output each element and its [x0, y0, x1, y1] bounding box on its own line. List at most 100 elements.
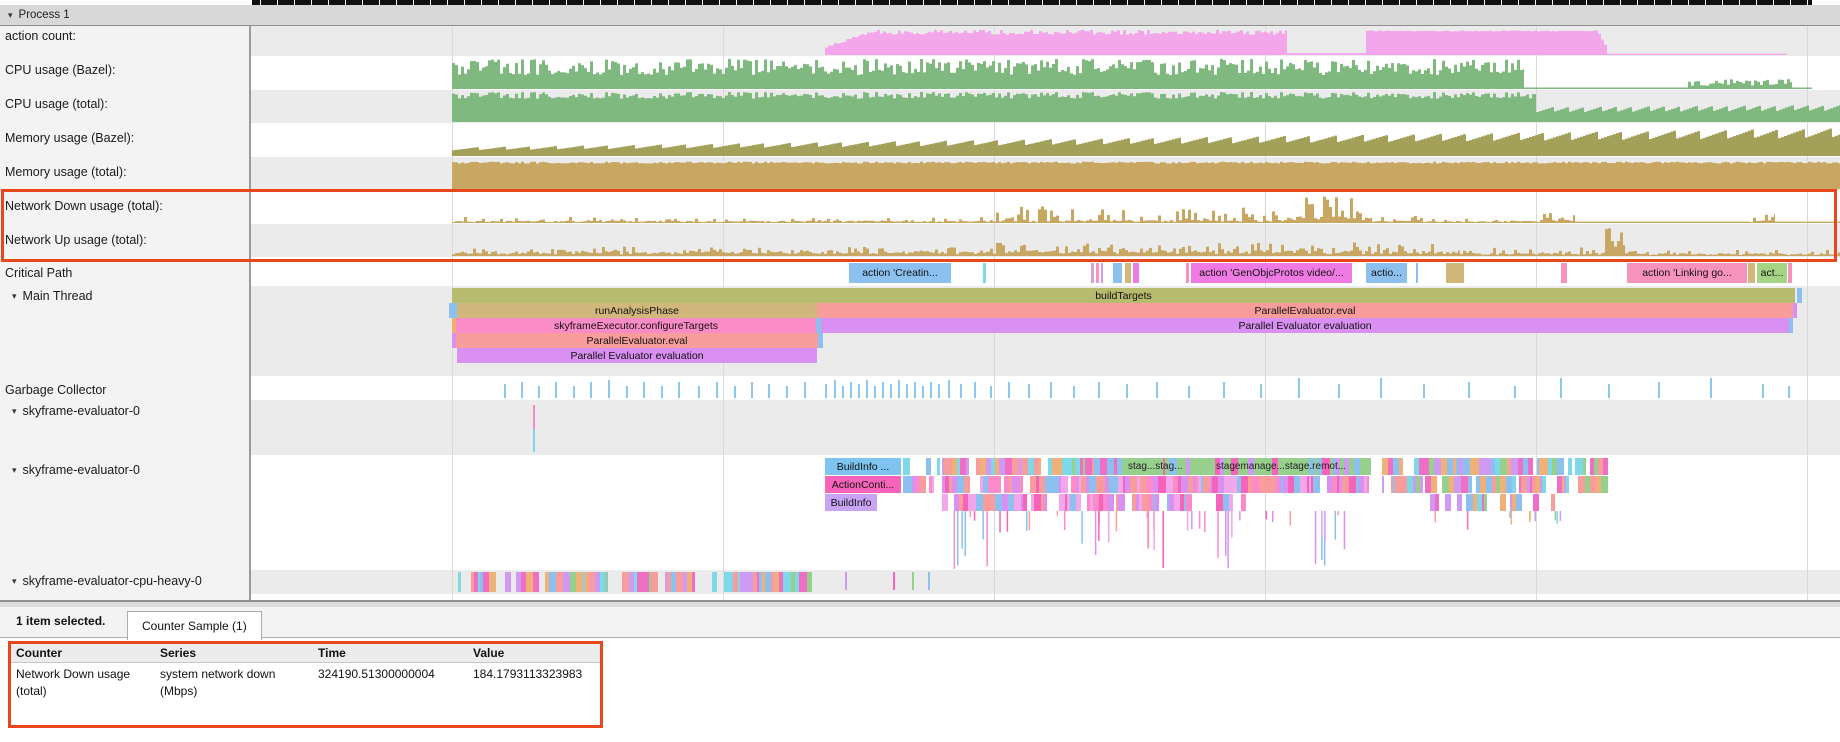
slice-fragment[interactable] — [1495, 458, 1500, 475]
slice-fragment[interactable] — [458, 572, 461, 592]
slice-fragment[interactable] — [1034, 458, 1039, 475]
async-drip-line[interactable] — [1467, 511, 1469, 530]
slice-fragment[interactable] — [1072, 458, 1075, 475]
async-drip-line[interactable] — [1199, 511, 1201, 529]
slice-fragment[interactable] — [563, 572, 570, 592]
slice-fragment[interactable] — [1506, 476, 1512, 493]
slice-fragment[interactable] — [1294, 476, 1300, 493]
slice-fragment[interactable] — [1400, 476, 1404, 493]
async-drip-line[interactable] — [1344, 511, 1346, 549]
slice-fragment[interactable] — [622, 572, 629, 592]
slice-fragment[interactable] — [1537, 458, 1539, 475]
slice-fragment[interactable] — [1186, 494, 1192, 511]
async-drip-line[interactable] — [1337, 511, 1339, 515]
async-drip-line[interactable] — [1509, 511, 1511, 518]
slice-block[interactable] — [1793, 303, 1797, 318]
async-drip-line[interactable] — [970, 511, 972, 517]
slice-fragment[interactable] — [952, 458, 957, 475]
slice-fragment[interactable] — [779, 572, 783, 592]
async-drip-line[interactable] — [1324, 511, 1326, 541]
slice-fragment[interactable] — [1061, 476, 1068, 493]
slice-fragment[interactable] — [912, 572, 914, 590]
slice-fragment[interactable] — [1393, 458, 1399, 475]
slice-fragment[interactable] — [1100, 458, 1107, 475]
slice-fragment[interactable] — [1041, 494, 1043, 511]
slice-actionconti-[interactable]: ActionConti... — [825, 476, 901, 493]
slice-fragment[interactable] — [1601, 476, 1608, 493]
slice-block[interactable] — [1446, 263, 1464, 283]
slice-fragment[interactable] — [1313, 476, 1320, 493]
slice-fragment[interactable] — [1039, 476, 1045, 493]
slice-fragment[interactable] — [1198, 476, 1201, 493]
async-drip-line[interactable] — [1315, 511, 1317, 564]
slice-fragment[interactable] — [1442, 476, 1449, 493]
slice-fragment[interactable] — [1552, 458, 1557, 475]
slice-fragment[interactable] — [1005, 458, 1012, 475]
slice-fragment[interactable] — [1059, 494, 1065, 511]
slice-block[interactable] — [818, 333, 823, 348]
slice-fragment[interactable] — [1080, 458, 1083, 475]
slice-fragment[interactable] — [1203, 476, 1210, 493]
slice-fragment[interactable] — [1500, 476, 1506, 493]
slice-fragment[interactable] — [1178, 476, 1181, 493]
slice-fragment[interactable] — [1395, 476, 1400, 493]
async-drip-line[interactable] — [1290, 511, 1292, 525]
slice-fragment[interactable] — [1456, 458, 1459, 475]
slice-fragment[interactable] — [1087, 494, 1090, 511]
slice-fragment[interactable] — [1575, 458, 1577, 475]
async-drip-line[interactable] — [965, 511, 967, 556]
slice-fragment[interactable] — [929, 476, 932, 493]
slice-fragment[interactable] — [1232, 476, 1237, 493]
tab-counter-sample[interactable]: Counter Sample (1) — [127, 611, 262, 640]
slice-block[interactable] — [1096, 263, 1099, 283]
slice-fragment[interactable] — [783, 572, 787, 592]
slice-fragment[interactable] — [952, 476, 957, 493]
slice-fragment[interactable] — [1086, 476, 1089, 493]
slice-fragment[interactable] — [1509, 458, 1511, 475]
slice-fragment[interactable] — [1202, 458, 1209, 475]
slice-fragment[interactable] — [1590, 476, 1596, 493]
slice-fragment[interactable] — [1463, 458, 1470, 475]
slice-fragment[interactable] — [667, 572, 671, 592]
slice-fragment[interactable] — [1114, 458, 1117, 475]
slice-fragment[interactable] — [1346, 476, 1349, 493]
slice-buildinfo-[interactable]: BuildInfo ... — [825, 458, 901, 475]
slice-fragment[interactable] — [893, 572, 895, 590]
slice-fragment[interactable] — [471, 572, 474, 592]
slice-fragment[interactable] — [1036, 476, 1039, 493]
slice-fragment[interactable] — [634, 572, 637, 592]
slice-fragment[interactable] — [1103, 494, 1107, 511]
slice-fragment[interactable] — [1056, 458, 1062, 475]
slice-fragment[interactable] — [1577, 458, 1583, 475]
slice-fragment[interactable] — [964, 476, 970, 493]
slice-fragment[interactable] — [585, 572, 588, 592]
slice-fragment[interactable] — [1603, 458, 1605, 475]
slice-fragment[interactable] — [1070, 494, 1076, 511]
slice-fragment[interactable] — [845, 572, 847, 590]
async-drip-line[interactable] — [1555, 511, 1557, 520]
slice-fragment[interactable] — [1512, 476, 1516, 493]
slice-fragment[interactable] — [644, 572, 649, 592]
slice-fragment[interactable] — [1248, 476, 1252, 493]
slice-fragment[interactable] — [1583, 458, 1586, 475]
slice-fragment[interactable] — [1109, 476, 1114, 493]
slice-fragment[interactable] — [1519, 476, 1521, 493]
slice-fragment[interactable] — [1190, 458, 1197, 475]
slice-fragment[interactable] — [1039, 458, 1041, 475]
slice-fragment[interactable] — [991, 458, 995, 475]
slice-fragment[interactable] — [1339, 476, 1342, 493]
slice-actio-[interactable]: actio... — [1366, 263, 1407, 283]
slice-fragment[interactable] — [1482, 494, 1484, 511]
slice-fragment[interactable] — [995, 476, 999, 493]
slice-fragment[interactable] — [1309, 476, 1311, 493]
async-drip-line[interactable] — [1098, 511, 1100, 524]
slice-block[interactable] — [1748, 263, 1755, 283]
async-drip-line[interactable] — [974, 511, 976, 521]
slice-block[interactable] — [1797, 288, 1802, 303]
slice-fragment[interactable] — [1118, 476, 1123, 493]
slice-fragment[interactable] — [1237, 476, 1241, 493]
counter-series-cpu-total[interactable] — [452, 92, 1840, 122]
panel-divider[interactable] — [0, 600, 1840, 607]
slice-fragment[interactable] — [1107, 494, 1114, 511]
slice-action-genobjcprotos-video-[interactable]: action 'GenObjcProtos video/... — [1191, 263, 1352, 283]
